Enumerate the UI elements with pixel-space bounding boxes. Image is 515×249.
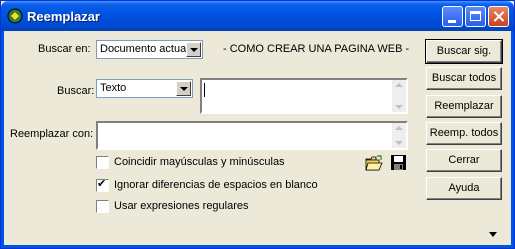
search-input[interactable]: [200, 78, 408, 114]
ignore-whitespace-checkbox[interactable]: [96, 177, 109, 192]
search-label: Buscar:: [57, 85, 95, 97]
search-in-dropdown[interactable]: Documento actual: [96, 40, 203, 59]
find-next-button[interactable]: Buscar sig.: [425, 39, 503, 64]
search-in-value: Documento actual: [100, 43, 189, 55]
search-type-dropdown[interactable]: Texto: [96, 79, 193, 98]
chevron-down-icon[interactable]: [186, 42, 201, 57]
expand-arrow-icon[interactable]: [489, 232, 497, 237]
chevron-down-icon[interactable]: [176, 81, 191, 96]
text-caret: [204, 83, 205, 97]
replace-dialog: Reemplazar Buscar en: Documento actual -…: [0, 0, 515, 249]
close-window-button[interactable]: [488, 6, 509, 27]
save-disk-icon[interactable]: [390, 154, 407, 171]
match-case-checkbox[interactable]: [96, 156, 109, 169]
document-title: - COMO CREAR UNA PAGINA WEB -: [223, 43, 410, 55]
search-input-scrollbar[interactable]: [392, 80, 406, 112]
replace-input-scrollbar[interactable]: [392, 123, 406, 148]
search-type-value: Texto: [100, 82, 127, 94]
close-button[interactable]: Cerrar: [426, 149, 502, 172]
maximize-button[interactable]: [465, 6, 486, 27]
find-all-button[interactable]: Buscar todos: [426, 67, 502, 90]
help-button[interactable]: Ayuda: [426, 177, 502, 200]
open-folder-icon[interactable]: [365, 155, 383, 171]
window-title: Reemplazar: [27, 9, 100, 24]
match-case-label[interactable]: Coincidir mayúsculas y minúsculas: [114, 156, 285, 168]
replace-all-button[interactable]: Reemp. todos: [426, 122, 502, 145]
title-bar[interactable]: Reemplazar: [1, 1, 514, 31]
dreamweaver-app-icon: [7, 8, 23, 24]
replace-input[interactable]: [96, 121, 408, 150]
replace-label: Reemplazar con:: [10, 128, 94, 140]
ignore-whitespace-label[interactable]: Ignorar diferencias de espacios en blanc…: [114, 179, 318, 191]
regex-checkbox[interactable]: [96, 200, 109, 213]
replace-button[interactable]: Reemplazar: [426, 95, 502, 118]
minimize-button[interactable]: [442, 6, 463, 27]
search-in-label: Buscar en:: [38, 43, 91, 55]
regex-label[interactable]: Usar expresiones regulares: [114, 200, 249, 212]
